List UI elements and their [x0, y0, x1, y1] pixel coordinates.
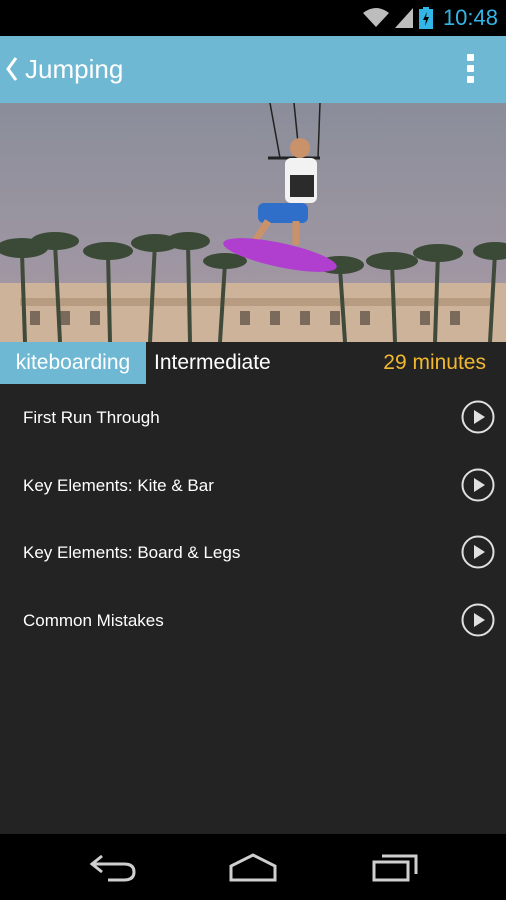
play-circle-icon[interactable]	[461, 400, 495, 434]
duration-label: 29 minutes	[383, 351, 486, 374]
nav-home-icon[interactable]	[228, 852, 278, 882]
lesson-label: Common Mistakes	[23, 610, 164, 630]
lesson-label: First Run Through	[23, 408, 160, 427]
status-icons: 10:48	[362, 0, 498, 36]
battery-charging-icon	[418, 7, 433, 29]
play-circle-icon[interactable]	[461, 468, 495, 502]
list-item[interactable]: First Run Through	[0, 384, 506, 452]
overflow-menu-icon[interactable]	[466, 54, 476, 86]
navigation-bar	[0, 834, 506, 900]
list-item[interactable]: Key Elements: Board & Legs	[0, 519, 506, 587]
action-bar: Jumping	[0, 36, 506, 103]
list-item[interactable]: Common Mistakes	[0, 587, 506, 655]
page-title[interactable]: Jumping	[25, 54, 123, 85]
status-bar: 10:48	[0, 0, 506, 36]
play-circle-icon[interactable]	[461, 603, 495, 637]
lesson-label: Key Elements: Board & Legs	[23, 543, 241, 562]
clock: 10:48	[442, 5, 498, 30]
nav-back-icon[interactable]	[88, 852, 138, 882]
signal-icon	[394, 8, 413, 28]
lesson-label: Key Elements: Kite & Bar	[23, 475, 214, 495]
chevron-left-icon[interactable]	[5, 56, 19, 82]
kiteboarder-photo	[0, 103, 506, 342]
play-circle-icon[interactable]	[461, 535, 495, 569]
hero-image	[0, 103, 506, 342]
list-item[interactable]: Key Elements: Kite & Bar	[0, 452, 506, 520]
nav-recents-icon[interactable]	[370, 852, 420, 882]
lesson-list: First Run Through Key Elements: Kite & B…	[0, 384, 506, 654]
level-label: Intermediate	[154, 351, 271, 374]
wifi-icon	[362, 8, 389, 27]
info-bar: kiteboarding Intermediate 29 minutes	[0, 342, 506, 384]
sport-tag[interactable]: kiteboarding	[0, 342, 146, 384]
